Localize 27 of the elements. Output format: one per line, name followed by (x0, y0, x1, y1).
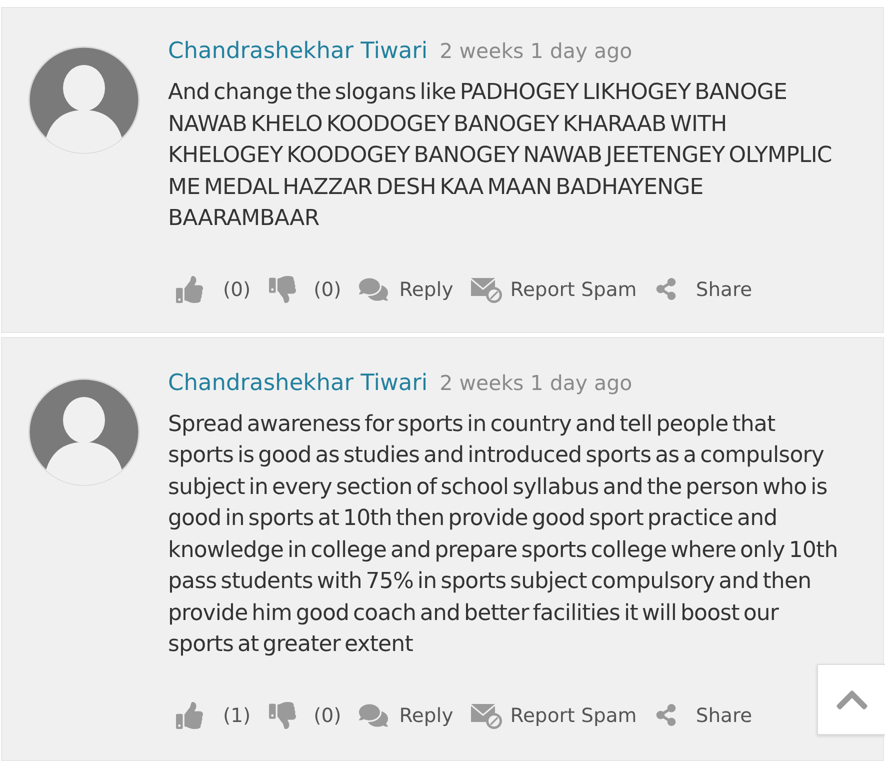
thumbs-up-icon (176, 702, 203, 728)
report-spam-button[interactable]: Report Spam (471, 702, 637, 728)
comment-time: 2 weeks 1 day ago (440, 370, 632, 396)
like-button[interactable]: (0) (176, 276, 251, 302)
scroll-to-top-button[interactable] (817, 664, 885, 735)
share-icon (654, 704, 677, 726)
comment-time: 2 weeks 1 day ago (440, 38, 632, 64)
comment-text: And change the slogans like PADHOGEY LIKHOGEY BANOGE NAWAB KHELO KOODOGEY BANOGEY KHARAAB WITH KHELOGEY KOODOGEY BANOGEY NAWAB JEETENGEY OLYMPLIC ME MEDAL HAZZAR DESH KAA MAAN BADHAYENGE BAARAMBAAR (168, 79, 833, 233)
avatar-icon (28, 378, 140, 486)
share-button[interactable]: Share (654, 704, 752, 726)
envelope-block-icon (471, 702, 502, 728)
thumbs-down-icon (268, 702, 296, 728)
envelope-block-icon (471, 276, 502, 302)
author-link[interactable]: Chandrashekhar Tiwari (168, 370, 428, 396)
reply-button[interactable]: Reply (359, 700, 454, 730)
report-spam-button[interactable]: Report Spam (471, 276, 637, 302)
share-button[interactable]: Share (654, 278, 752, 300)
author-link[interactable]: Chandrashekhar Tiwari (168, 38, 428, 64)
thumbs-down-icon (268, 276, 296, 302)
share-icon (654, 278, 677, 300)
dislike-button[interactable]: (0) (268, 702, 342, 728)
avatar-icon (28, 46, 140, 154)
reply-button[interactable]: Reply (359, 274, 454, 304)
dislike-button[interactable]: (0) (268, 276, 342, 302)
thumbs-up-icon (176, 276, 203, 302)
like-button[interactable]: (1) (176, 702, 251, 728)
comment-text: Spread awareness for sports in country and tell people that sports is good as studies and introduced sports as a compulsory subject in every section of school syllabus and the person who is good in sports at 10th then provide good sport practice and knowledge in college and prepare sports college where only 10th pass students with 75% in sports subject compulsory and then provide him good coach and better facilities it will boost our sports at greater extent (168, 410, 839, 659)
